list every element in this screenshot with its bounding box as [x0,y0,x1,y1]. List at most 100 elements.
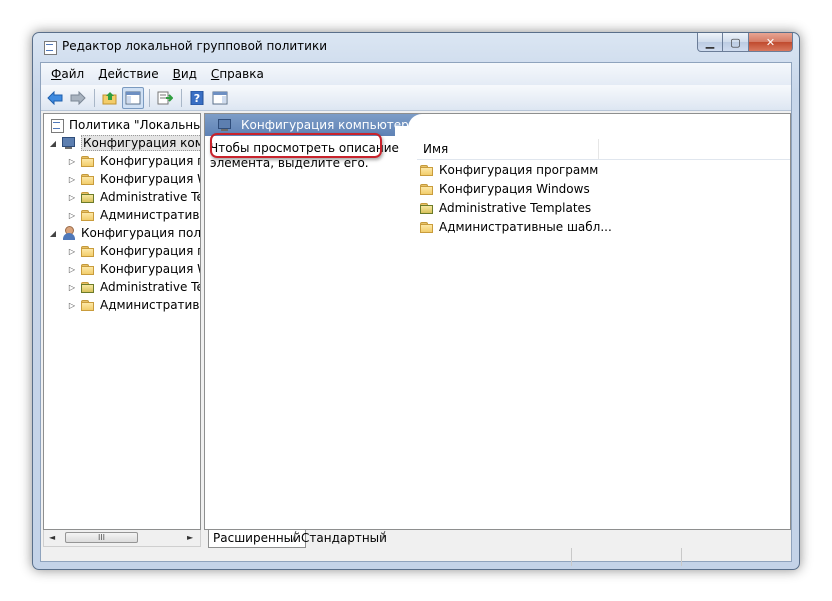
up-one-level-button[interactable] [99,87,121,109]
toolbar: ? [41,85,791,111]
expand-arrow-icon[interactable]: ▷ [66,211,78,220]
export-list-icon [157,91,173,104]
show-hide-tree-icon [125,91,141,104]
highlight-annotation [210,133,382,158]
client-area: Файл Действие Вид Справка ? Политика "Ло… [40,62,792,566]
tree-horizontal-scrollbar[interactable]: ◄ III ► [43,530,201,547]
tree-item[interactable]: ▷ Administrative Te [66,278,201,296]
toolbar-separator [94,88,95,107]
caption-buttons: ▁ ▢ ✕ [697,33,793,53]
folder-icon [80,208,96,222]
tree-pane[interactable]: Политика "Локальный ◢ Конфигурация комп … [43,113,201,530]
list-item-label: Конфигурация Windows [439,182,590,196]
list-item-label: Административные шабл... [439,220,612,234]
properties-pane-button[interactable] [209,87,231,109]
show-hide-tree-button[interactable] [122,86,144,109]
folder-icon [419,182,435,196]
back-button[interactable] [44,87,66,109]
minimize-icon: ▁ [705,35,715,49]
computer-icon [61,136,77,150]
menu-bar: Файл Действие Вид Справка [41,63,791,85]
expand-arrow-icon[interactable]: ▷ [66,193,78,202]
folder-icon [80,172,96,186]
details-title: Конфигурация компьютера [241,118,417,132]
status-bar [41,548,791,566]
minimize-button[interactable]: ▁ [697,33,723,52]
tree-item-user-config[interactable]: ◢ Конфигурация полі [47,224,201,242]
tree-item-label: Конфигурация W [100,262,201,276]
tree-item[interactable]: ▷ Конфигурация W [66,260,201,278]
menu-help[interactable]: Справка [205,67,270,81]
folder-icon [80,262,96,276]
column-header-name[interactable]: Имя [417,139,599,159]
help-icon: ? [190,90,204,105]
folder-icon [80,244,96,258]
tree-item-label: Administrative Te [100,280,201,294]
menu-action[interactable]: Действие [92,67,164,81]
forward-button[interactable] [67,87,89,109]
tree-item[interactable]: ▷ Конфигурация п [66,242,201,260]
computer-icon [217,118,233,132]
expand-arrow-icon[interactable]: ▷ [66,265,78,274]
tree-item-label: Административ [100,208,200,222]
admin-templates-folder-icon [80,280,96,294]
tree-item-computer-config[interactable]: ◢ Конфигурация комп [47,134,200,152]
tree-item[interactable]: ▷ Конфигурация W [66,170,201,188]
user-icon [61,226,77,240]
scroll-right-icon[interactable]: ► [187,533,193,542]
list-item[interactable]: Административные шабл... [419,218,612,236]
folder-icon [419,220,435,234]
tree-item[interactable]: ▷ Административ [66,206,200,224]
admin-templates-folder-icon [419,201,435,215]
expand-arrow-icon[interactable]: ▷ [66,175,78,184]
tree-item[interactable]: ▷ Конфигурация п [66,152,200,170]
tree-item-label: Конфигурация W [100,172,201,186]
tree-item-label: Административ [100,298,200,312]
tree-item[interactable]: ▷ Administrative Te [66,188,200,206]
title-bar[interactable]: Редактор локальной групповой политики ▁ … [33,33,799,61]
list-header: Имя [417,139,790,160]
list-item-label: Конфигурация программ [439,163,599,177]
properties-pane-icon [212,91,228,104]
scroll-left-icon[interactable]: ◄ [49,533,55,542]
admin-templates-folder-icon [80,190,96,204]
help-button[interactable]: ? [186,87,208,109]
expand-arrow-icon[interactable]: ▷ [66,247,78,256]
tab-standard[interactable]: Стандартный [297,530,391,547]
collapse-arrow-icon[interactable]: ◢ [47,139,59,148]
expand-arrow-icon[interactable]: ▷ [66,283,78,292]
policy-icon [49,118,65,133]
toolbar-separator [181,88,182,107]
window-title: Редактор локальной групповой политики [62,39,328,53]
list-item-windows-config[interactable]: Конфигурация Windows [419,180,590,198]
expand-arrow-icon[interactable]: ▷ [66,157,78,166]
menu-action-rest: ействие [107,67,159,81]
toolbar-separator [149,88,150,107]
folder-icon [419,163,435,177]
tree-item-label: Конфигурация комп [81,135,200,151]
menu-file[interactable]: Файл [45,67,90,81]
expand-arrow-icon[interactable]: ▷ [66,301,78,310]
policy-editor-icon [42,40,57,55]
maximize-button[interactable]: ▢ [723,33,749,52]
up-folder-icon [102,91,117,104]
folder-icon [80,154,96,168]
tab-divider: / [292,530,297,545]
scrollbar-thumb[interactable]: III [65,532,138,543]
status-cell [681,548,682,566]
close-icon: ✕ [765,35,776,49]
menu-file-rest: айл [61,67,85,81]
collapse-arrow-icon[interactable]: ◢ [47,229,59,238]
close-button[interactable]: ✕ [749,33,793,52]
tree-item-label: Конфигурация полі [81,226,201,240]
list-item-label: Administrative Templates [439,201,592,215]
svg-text:?: ? [194,92,200,105]
menu-view[interactable]: Вид [167,67,203,81]
tree-item[interactable]: ▷ Административ [66,296,200,314]
app-window: Редактор локальной групповой политики ▁ … [32,32,800,570]
export-list-button[interactable] [154,87,176,109]
list-item[interactable]: Administrative Templates [419,199,591,217]
tree-item-label: Конфигурация п [100,244,201,258]
tree-item-root[interactable]: Политика "Локальный [47,116,200,134]
list-item[interactable]: Конфигурация программ [419,161,598,179]
